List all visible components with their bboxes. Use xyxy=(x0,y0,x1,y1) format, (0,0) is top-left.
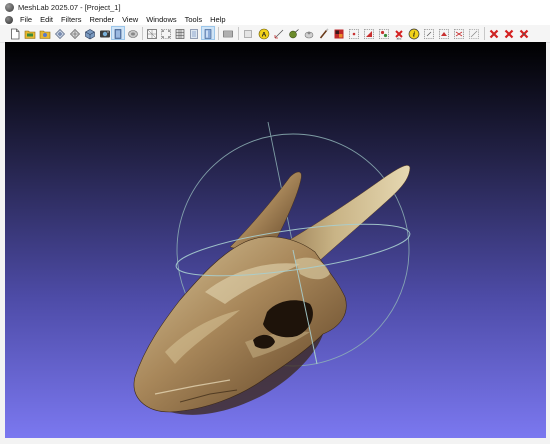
delete-faces-icon[interactable]: abc xyxy=(393,27,405,41)
align-icon[interactable] xyxy=(288,27,300,39)
delete-selected-faces-icon[interactable] xyxy=(488,27,500,39)
delete-all-icon[interactable] xyxy=(518,27,530,39)
menu-edit[interactable]: Edit xyxy=(36,15,57,24)
svg-text:abc: abc xyxy=(397,37,402,41)
select-vertices-icon[interactable] xyxy=(348,27,360,39)
meshlab-window: MeshLab 2025.07 - [Project_1] File Edit … xyxy=(0,0,550,444)
info-icon[interactable]: i xyxy=(408,27,420,40)
vertex-render-icon[interactable] xyxy=(160,27,172,39)
flat-lines-icon[interactable] xyxy=(174,27,186,39)
annotation-icon[interactable]: A xyxy=(258,27,270,40)
menu-tools[interactable]: Tools xyxy=(181,15,207,24)
menu-view[interactable]: View xyxy=(118,15,142,24)
menu-windows[interactable]: Windows xyxy=(142,15,180,24)
window-title: MeshLab 2025.07 - [Project_1] xyxy=(18,2,121,12)
menu-file[interactable]: File xyxy=(16,15,36,24)
mutual-align-icon[interactable] xyxy=(453,27,465,39)
smooth-shading-icon[interactable] xyxy=(201,26,215,40)
toolbar-separator xyxy=(218,27,219,40)
main-toolbar: A abc i xyxy=(0,25,550,43)
snapshot-icon[interactable] xyxy=(84,27,96,40)
texture-icon[interactable] xyxy=(333,27,345,39)
menu-filters[interactable]: Filters xyxy=(57,15,85,24)
points-render-icon[interactable] xyxy=(127,27,139,39)
measure-icon[interactable] xyxy=(273,27,285,39)
wireframe-icon[interactable] xyxy=(146,27,158,39)
open-project-icon[interactable] xyxy=(24,27,36,39)
delete-selection-icon[interactable] xyxy=(503,27,515,39)
point-picker-icon[interactable] xyxy=(303,27,315,39)
select-faces-icon[interactable] xyxy=(363,27,375,39)
toolbar-separator xyxy=(484,27,485,40)
delete-vertices-icon[interactable] xyxy=(468,27,480,39)
viewport-canvas xyxy=(133,121,411,415)
paint-icon[interactable] xyxy=(318,27,330,39)
new-project-icon[interactable] xyxy=(9,27,21,40)
double-side-icon[interactable] xyxy=(242,27,254,39)
lighting-icon[interactable] xyxy=(222,27,234,39)
skull-mesh xyxy=(133,165,411,415)
svg-text:i: i xyxy=(413,31,415,39)
select-region-icon[interactable] xyxy=(423,27,435,39)
export-mesh-icon[interactable] xyxy=(69,27,81,39)
menu-help[interactable]: Help xyxy=(206,15,229,24)
layers-icon[interactable] xyxy=(99,27,111,39)
menu-bar: File Edit Filters Render View Windows To… xyxy=(0,14,550,25)
toolbar-separator xyxy=(238,27,239,40)
import-mesh-icon[interactable] xyxy=(39,27,51,39)
svg-text:A: A xyxy=(262,31,267,38)
system-menu-icon[interactable] xyxy=(5,15,13,24)
reload-icon[interactable] xyxy=(54,27,66,39)
3d-viewport[interactable] xyxy=(5,42,546,438)
manipulator-icon[interactable] xyxy=(438,27,450,39)
flat-shading-icon[interactable] xyxy=(188,27,200,39)
meshlab-logo-icon xyxy=(5,2,14,12)
menu-render[interactable]: Render xyxy=(85,15,118,24)
bounding-box-icon[interactable] xyxy=(111,26,125,40)
title-bar: MeshLab 2025.07 - [Project_1] xyxy=(0,0,550,14)
toolbar-separator xyxy=(142,27,143,40)
select-connected-icon[interactable] xyxy=(378,27,390,39)
